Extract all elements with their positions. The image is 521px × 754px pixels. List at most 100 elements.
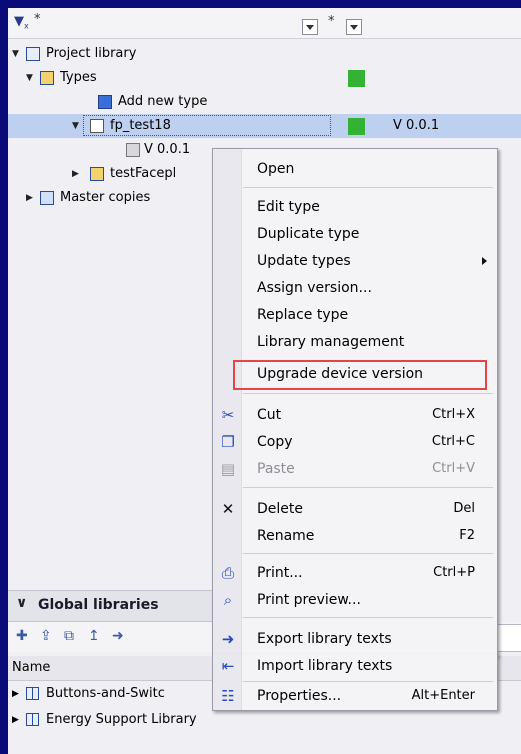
library-book-icon bbox=[26, 713, 39, 726]
context-menu-lower: ⇤ Import library texts ☷ Properties... A… bbox=[212, 654, 498, 711]
export-icon: ➜ bbox=[221, 630, 235, 648]
collapse-triangle-icon[interactable]: ▼ bbox=[26, 66, 33, 90]
types-folder-icon bbox=[40, 71, 54, 85]
menu-shortcut: Ctrl+V bbox=[432, 461, 475, 476]
menu-item-open[interactable]: Open bbox=[213, 157, 497, 181]
filter-clear-icon[interactable]: ▼x bbox=[14, 14, 29, 31]
menu-separator bbox=[243, 617, 493, 618]
tree-item-types[interactable]: ▼ Types bbox=[8, 66, 521, 90]
menu-item-copy[interactable]: ❐ Copy Ctrl+C bbox=[213, 430, 497, 454]
menu-label: Open bbox=[257, 161, 295, 177]
menu-label: Delete bbox=[257, 501, 303, 517]
add-new-type-icon bbox=[98, 95, 112, 109]
menu-item-cut[interactable]: ✂ Cut Ctrl+X bbox=[213, 403, 497, 427]
menu-item-export-library-texts[interactable]: ➜ Export library texts bbox=[213, 627, 497, 651]
menu-label: Replace type bbox=[257, 307, 349, 323]
library-name: Energy Support Library bbox=[46, 712, 197, 727]
menu-shortcut: Del bbox=[453, 501, 475, 516]
scissors-icon: ✂ bbox=[221, 406, 235, 424]
menu-label: Paste bbox=[257, 461, 295, 477]
status-green-indicator bbox=[348, 118, 365, 135]
faceplate-folder-icon bbox=[90, 167, 104, 181]
menu-item-update-types[interactable]: Update types bbox=[213, 249, 497, 273]
name-column-header[interactable]: Name bbox=[12, 656, 50, 680]
chevron-down-icon[interactable]: ∨ bbox=[16, 595, 27, 611]
menu-label: Import library texts bbox=[257, 658, 393, 674]
tree-label: V 0.0.1 bbox=[144, 142, 191, 157]
menu-separator bbox=[243, 393, 493, 394]
menu-shortcut: Ctrl+X bbox=[432, 407, 475, 422]
tree-label: Add new type bbox=[118, 94, 208, 109]
menu-item-import-library-texts[interactable]: ⇤ Import library texts bbox=[213, 654, 497, 678]
export-icon[interactable]: ➜ bbox=[112, 628, 124, 644]
menu-label: Copy bbox=[257, 434, 293, 450]
menu-shortcut: F2 bbox=[459, 528, 475, 543]
context-menu: Open Edit type Duplicate type Update typ… bbox=[212, 148, 498, 656]
collapse-triangle-icon[interactable]: ▼ bbox=[72, 114, 79, 138]
menu-label: Duplicate type bbox=[257, 226, 360, 242]
faceplate-type-icon bbox=[90, 119, 104, 133]
menu-separator bbox=[243, 553, 493, 554]
expand-triangle-icon[interactable]: ▶ bbox=[72, 162, 79, 186]
properties-icon: ☷ bbox=[221, 687, 235, 705]
menu-item-replace-type[interactable]: Replace type bbox=[213, 303, 497, 327]
tree-label: Types bbox=[60, 70, 97, 85]
copy-icon: ❐ bbox=[221, 433, 235, 451]
tree-item-fp-test18[interactable]: ▼ fp_test18 V 0.0.1 bbox=[8, 114, 521, 138]
tree-label: Master copies bbox=[60, 190, 151, 205]
menu-item-duplicate-type[interactable]: Duplicate type bbox=[213, 222, 497, 246]
menu-label: Cut bbox=[257, 407, 282, 423]
menu-item-properties[interactable]: ☷ Properties... Alt+Enter bbox=[213, 684, 497, 708]
menu-item-print-preview[interactable]: ⌕ Print preview... bbox=[213, 588, 497, 612]
import-icon: ⇤ bbox=[221, 657, 235, 675]
menu-item-assign-version[interactable]: Assign version... bbox=[213, 276, 497, 300]
menu-item-edit-type[interactable]: Edit type bbox=[213, 195, 497, 219]
print-preview-icon: ⌕ bbox=[223, 591, 233, 609]
delete-x-icon: ✕ bbox=[221, 500, 235, 518]
tree-label: testFacepl bbox=[110, 166, 177, 181]
menu-shortcut: Ctrl+P bbox=[433, 565, 475, 580]
menu-item-paste[interactable]: ▤ Paste Ctrl+V bbox=[213, 457, 497, 481]
menu-item-upgrade-device-version[interactable]: Upgrade device version bbox=[213, 362, 497, 386]
menu-item-print[interactable]: ⎙ Print... Ctrl+P bbox=[213, 561, 497, 585]
close-library-icon[interactable]: ↥ bbox=[88, 628, 100, 644]
expand-triangle-icon[interactable]: ▶ bbox=[12, 708, 19, 732]
menu-label: Assign version... bbox=[257, 280, 372, 296]
menu-label: Export library texts bbox=[257, 631, 392, 647]
tree-item-project-library[interactable]: ▼ Project library bbox=[8, 42, 521, 66]
menu-label: Print... bbox=[257, 565, 303, 581]
menu-shortcut: Alt+Enter bbox=[411, 688, 475, 703]
menu-label: Rename bbox=[257, 528, 315, 544]
expand-triangle-icon[interactable]: ▶ bbox=[26, 186, 33, 210]
menu-shortcut: Ctrl+C bbox=[431, 434, 475, 449]
expand-triangle-icon[interactable]: ▶ bbox=[12, 682, 19, 706]
menu-item-delete[interactable]: ✕ Delete Del bbox=[213, 497, 497, 521]
global-library-item[interactable]: ▶ Energy Support Library bbox=[8, 708, 521, 732]
tree-item-add-new-type[interactable]: Add new type bbox=[8, 90, 521, 114]
library-icon bbox=[26, 47, 40, 61]
menu-label: Library management bbox=[257, 334, 405, 350]
status-green-indicator bbox=[348, 70, 365, 87]
menu-separator bbox=[243, 681, 493, 682]
version-icon bbox=[126, 143, 140, 157]
menu-label: Update types bbox=[257, 253, 351, 269]
column-filter-dropdown[interactable] bbox=[302, 19, 318, 35]
tree-label: Project library bbox=[46, 46, 137, 61]
submenu-arrow-icon bbox=[482, 257, 487, 265]
global-libraries-header[interactable]: ∨ Global libraries bbox=[8, 590, 238, 622]
collapse-triangle-icon[interactable]: ▼ bbox=[12, 42, 19, 66]
menu-separator bbox=[243, 487, 493, 488]
new-library-icon[interactable]: ✚ bbox=[16, 628, 28, 644]
menu-item-rename[interactable]: Rename F2 bbox=[213, 524, 497, 548]
menu-label: Upgrade device version bbox=[257, 366, 424, 382]
printer-icon: ⎙ bbox=[221, 564, 234, 582]
status-filter-dropdown[interactable] bbox=[346, 19, 362, 35]
open-library-icon[interactable]: ⇪ bbox=[40, 628, 52, 644]
filter-star: * bbox=[34, 12, 41, 27]
menu-label: Edit type bbox=[257, 199, 320, 215]
menu-item-library-management[interactable]: Library management bbox=[213, 330, 497, 354]
save-library-icon[interactable]: ⧉ bbox=[64, 628, 74, 644]
library-book-icon bbox=[26, 687, 39, 700]
paste-icon: ▤ bbox=[220, 460, 236, 478]
version-column-value: V 0.0.1 bbox=[393, 118, 440, 133]
